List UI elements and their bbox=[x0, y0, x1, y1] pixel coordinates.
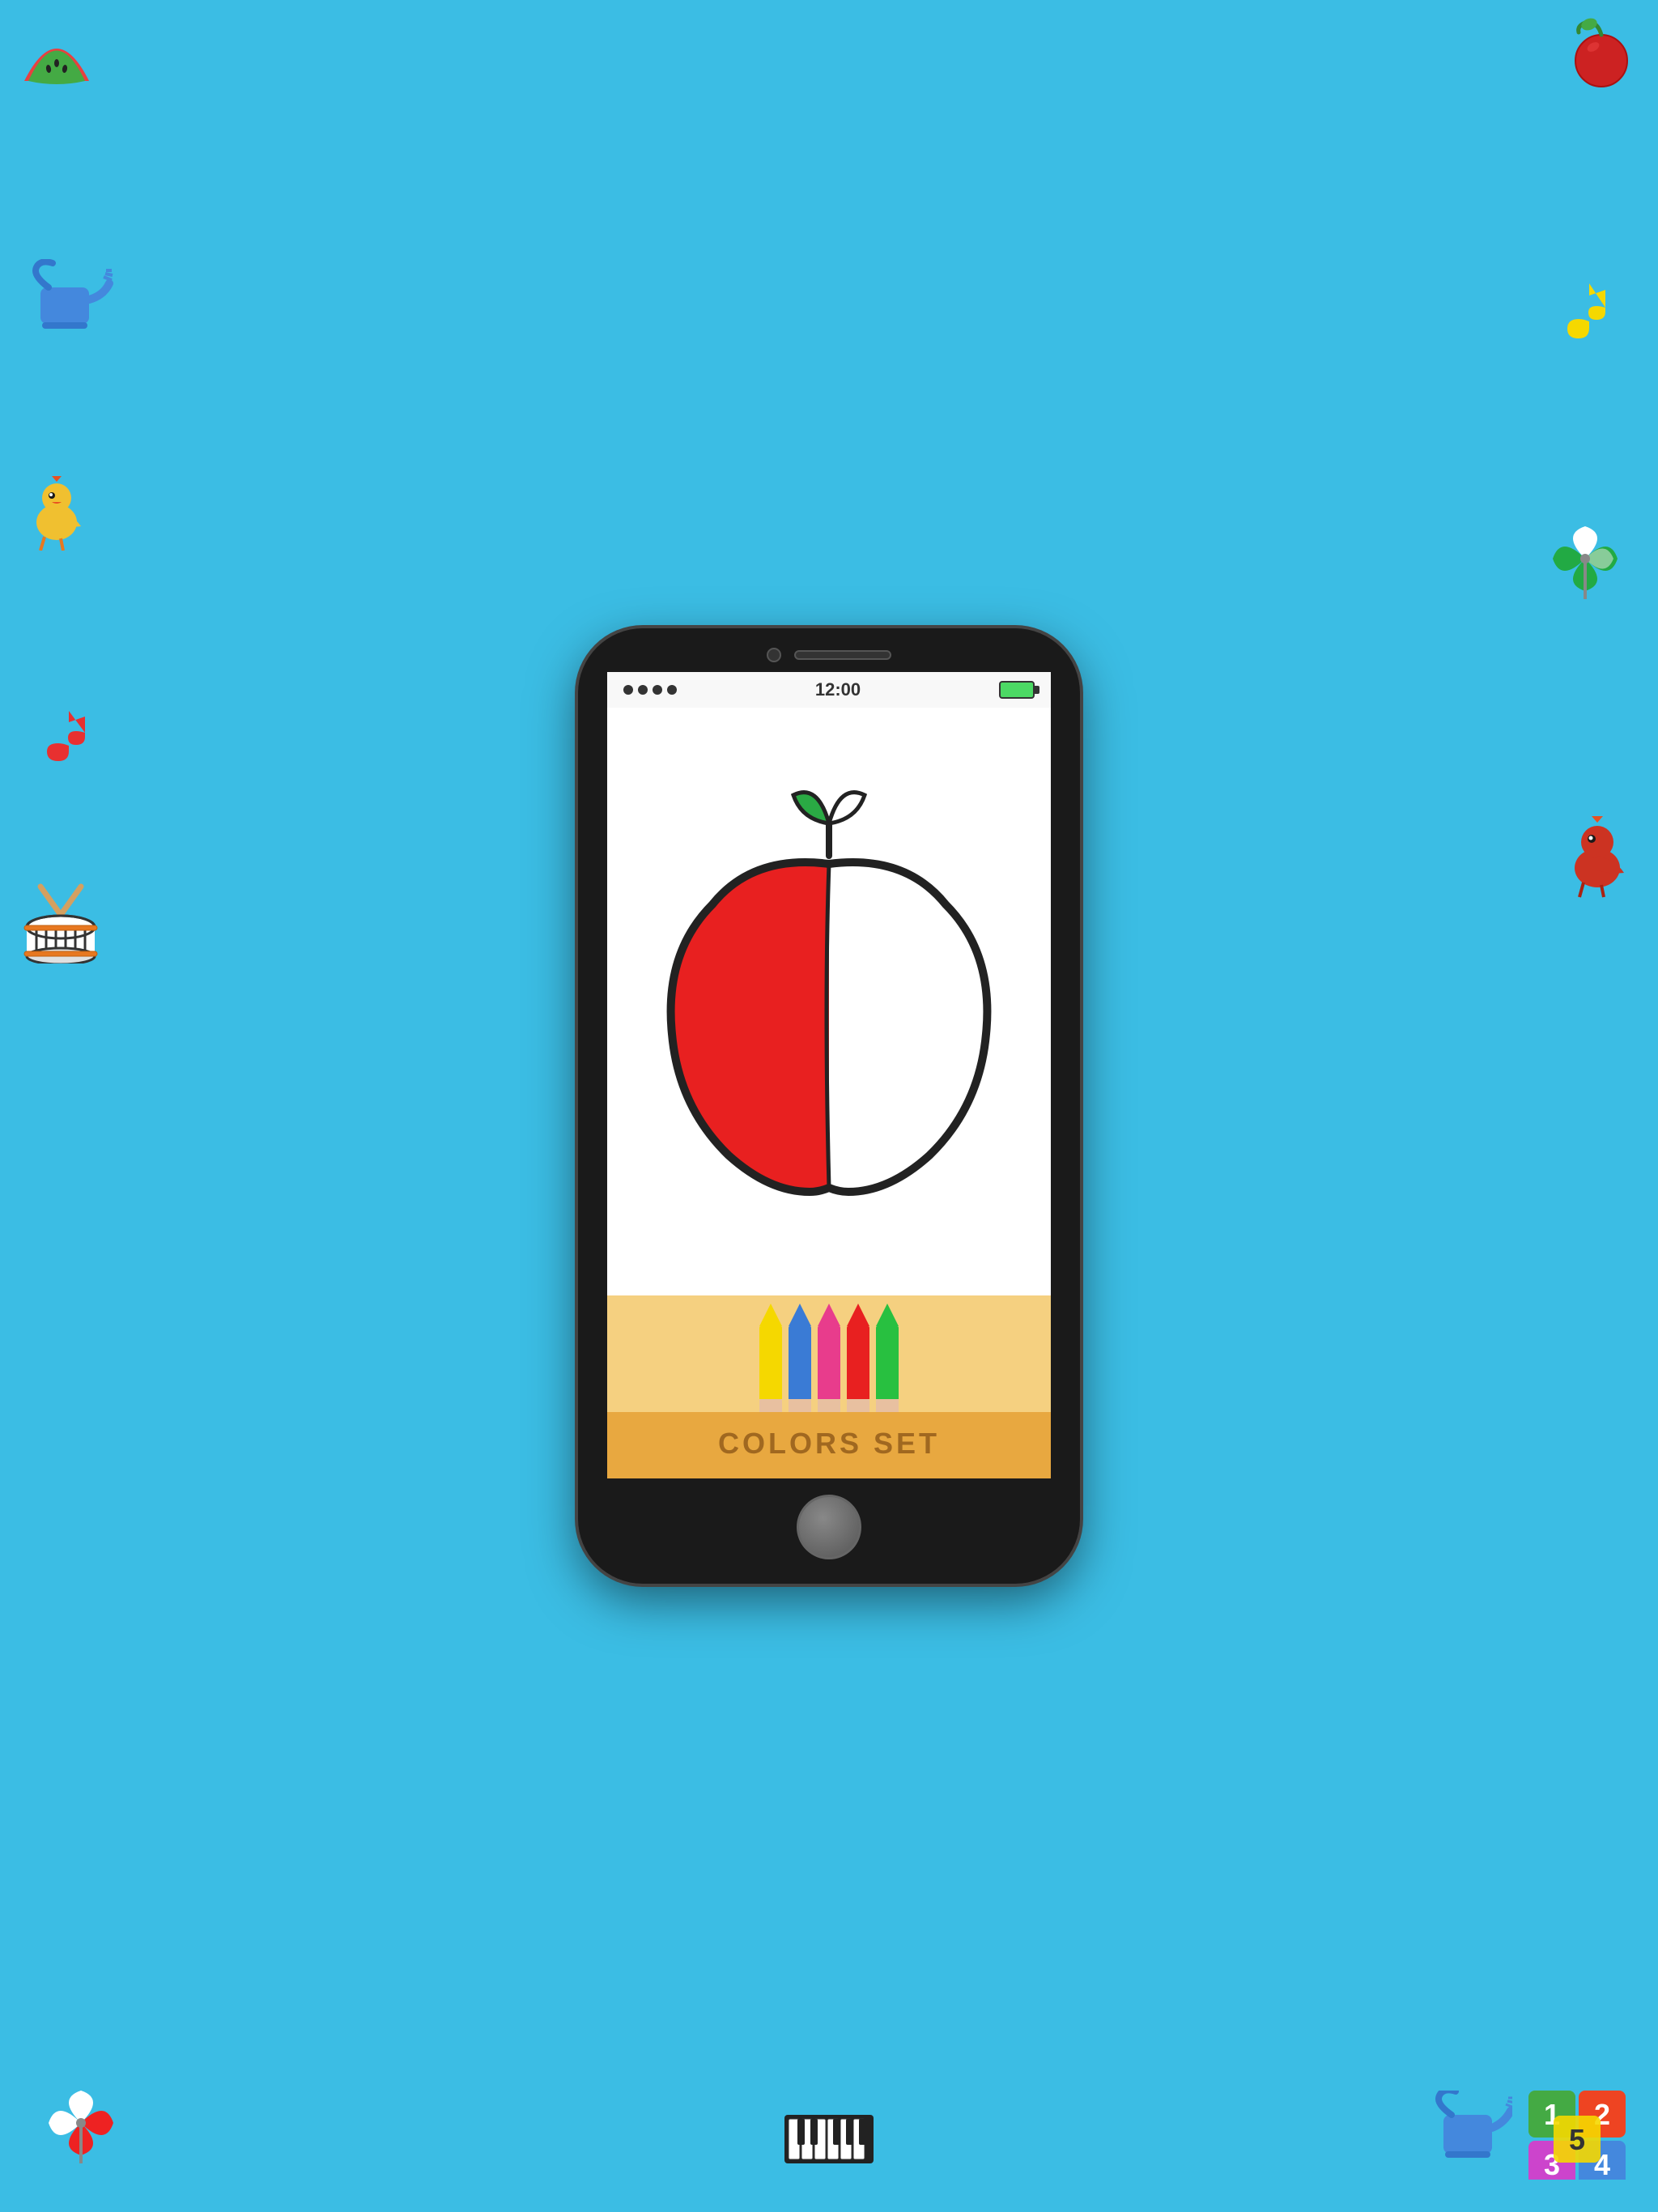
pencil-red-eraser bbox=[847, 1399, 869, 1412]
status-bar: 12:00 bbox=[607, 672, 1051, 708]
pinwheel-bottom-left-icon bbox=[40, 2082, 121, 2163]
pencil-pink[interactable] bbox=[818, 1304, 840, 1412]
phone-top-bar bbox=[578, 628, 1080, 672]
phone-screen: 12:00 bbox=[607, 672, 1051, 1478]
svg-text:4: 4 bbox=[1594, 2148, 1610, 2180]
pencil-yellow[interactable] bbox=[759, 1304, 782, 1412]
phone-bottom bbox=[578, 1478, 1080, 1584]
svg-text:5: 5 bbox=[1569, 2123, 1585, 2156]
pencil-red-tip bbox=[847, 1304, 869, 1326]
pencil-red-body bbox=[847, 1326, 869, 1399]
status-time: 12:00 bbox=[815, 679, 861, 700]
pencil-yellow-eraser bbox=[759, 1399, 782, 1412]
watermelon-icon bbox=[16, 16, 97, 89]
pencil-yellow-body bbox=[759, 1326, 782, 1399]
svg-text:1: 1 bbox=[1544, 2098, 1560, 2131]
svg-text:2: 2 bbox=[1594, 2098, 1610, 2131]
phone-speaker bbox=[794, 650, 891, 660]
pencil-pink-body bbox=[818, 1326, 840, 1399]
piano-icon bbox=[780, 2107, 878, 2172]
pencil-red[interactable] bbox=[847, 1304, 869, 1412]
svg-text:3: 3 bbox=[1544, 2148, 1560, 2180]
pencil-blue-tip bbox=[789, 1304, 811, 1326]
phone-frame: 12:00 bbox=[578, 628, 1080, 1584]
pencil-blue[interactable] bbox=[789, 1304, 811, 1412]
signal-dots bbox=[623, 685, 677, 695]
music-note-yellow-icon bbox=[1553, 275, 1618, 348]
colors-set-label: COLORS SET bbox=[718, 1427, 940, 1460]
pencil-pink-tip bbox=[818, 1304, 840, 1326]
number-blocks-icon: 1 2 3 4 5 bbox=[1528, 2091, 1634, 2180]
pencil-green-eraser bbox=[876, 1399, 899, 1412]
pencils-area: COLORS SET bbox=[607, 1295, 1051, 1478]
signal-dot-3 bbox=[653, 685, 662, 695]
pencil-green[interactable] bbox=[876, 1304, 899, 1412]
pencils-tray bbox=[607, 1295, 1051, 1412]
phone: 12:00 bbox=[578, 628, 1080, 1584]
phone-camera bbox=[767, 648, 781, 662]
pencil-blue-body bbox=[789, 1326, 811, 1399]
colors-set-bar[interactable]: COLORS SET bbox=[607, 1412, 1051, 1478]
pencil-pink-eraser bbox=[818, 1399, 840, 1412]
cherry-icon bbox=[1561, 16, 1634, 89]
drum-icon bbox=[16, 883, 105, 963]
rooster-left-icon bbox=[16, 470, 97, 551]
home-button[interactable] bbox=[797, 1495, 861, 1559]
battery-icon bbox=[999, 681, 1035, 699]
drawing-area[interactable] bbox=[607, 708, 1051, 1295]
signal-dot-2 bbox=[638, 685, 648, 695]
music-note-red-icon bbox=[32, 704, 97, 769]
signal-dot-1 bbox=[623, 685, 633, 695]
watering-can-bottom-icon bbox=[1423, 2091, 1512, 2172]
signal-dot-4 bbox=[667, 685, 677, 695]
watering-can-left-icon bbox=[16, 259, 113, 340]
pencil-green-body bbox=[876, 1326, 899, 1399]
pencil-green-tip bbox=[876, 1304, 899, 1326]
pinwheel-right-icon bbox=[1545, 518, 1626, 599]
pencil-yellow-tip bbox=[759, 1304, 782, 1326]
apple-drawing[interactable] bbox=[607, 708, 1051, 1295]
rooster-right-icon bbox=[1553, 810, 1642, 899]
pencil-blue-eraser bbox=[789, 1399, 811, 1412]
